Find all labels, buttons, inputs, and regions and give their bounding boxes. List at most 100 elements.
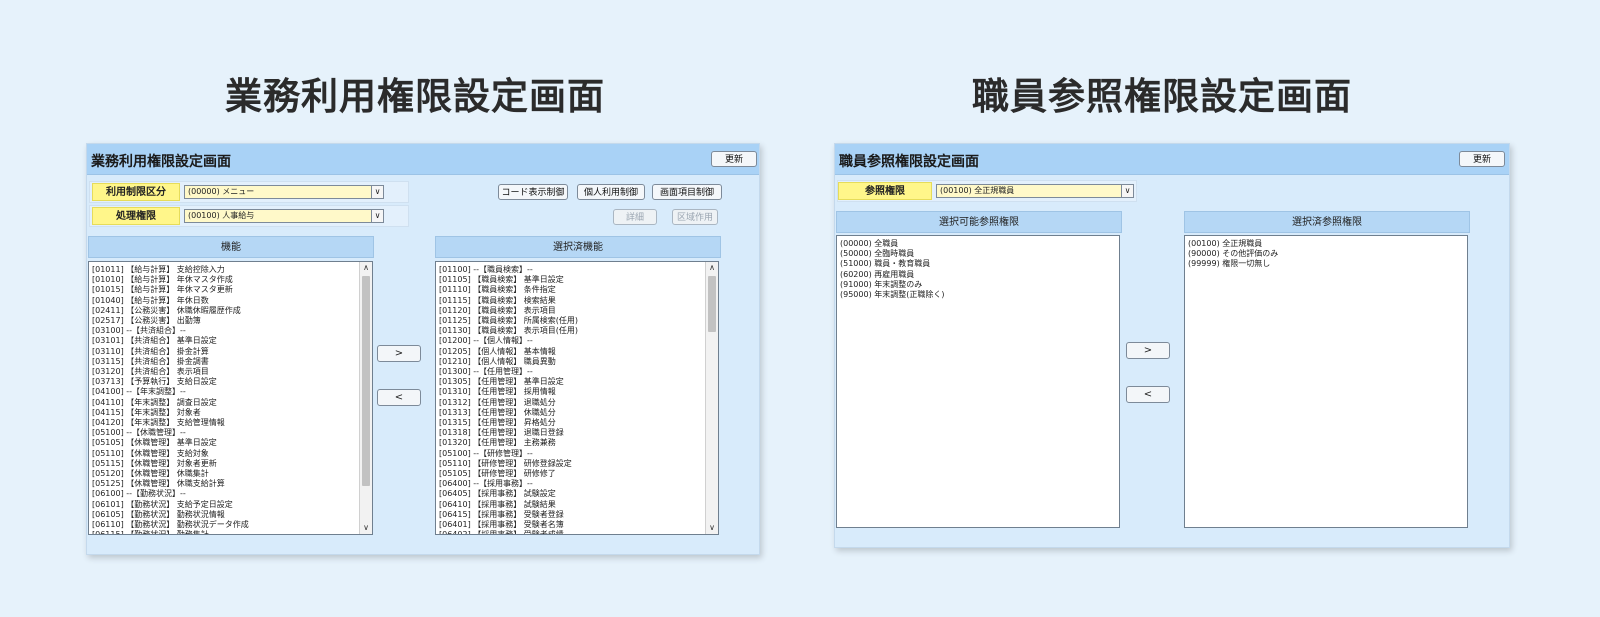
- add-function-button[interactable]: >: [377, 345, 421, 362]
- list-item[interactable]: [01200] --【個人情報】--: [439, 336, 704, 346]
- list-item[interactable]: [01312] 【任用管理】 退職処分: [439, 398, 704, 408]
- staff-reference-permission-window: 職員参照権限設定画面 更新 参照権限 (00100) 全正規職員 ∨ 選択可能参…: [834, 143, 1510, 548]
- list-item[interactable]: [04115] 【年末調整】 対象者: [92, 408, 358, 418]
- list-item[interactable]: [01310] 【任用管理】 採用情報: [439, 387, 704, 397]
- list-item[interactable]: [02517] 【公務災害】 出勤簿: [92, 316, 358, 326]
- list-item[interactable]: [01100] --【職員検索】--: [439, 265, 704, 275]
- list-item[interactable]: (95000) 年末調整(正職除く): [840, 290, 1116, 300]
- list-item[interactable]: [01318] 【任用管理】 退職日登録: [439, 428, 704, 438]
- list-item[interactable]: [01015] 【給与計算】 年休マスタ更新: [92, 285, 358, 295]
- code-display-control-button[interactable]: コード表示制御: [498, 184, 568, 200]
- selected-functions-list[interactable]: [01100] --【職員検索】-- [01105] 【職員検索】 基準日設定 [0…: [435, 261, 719, 535]
- list-item[interactable]: [03120] 【共済組合】 表示項目: [92, 367, 358, 377]
- list-item[interactable]: [01115] 【職員検索】 検索結果: [439, 296, 704, 306]
- available-references-list[interactable]: (00000) 全職員 (50000) 全臨時職員 (51000) 職員・教育職員(…: [836, 235, 1120, 528]
- list-item[interactable]: [06405] 【採用事務】 試験設定: [439, 489, 704, 499]
- list-item[interactable]: [05115] 【休職管理】 対象者更新: [92, 459, 358, 469]
- list-item[interactable]: [06410] 【採用事務】 試験結果: [439, 500, 704, 510]
- list-item[interactable]: [03101] 【共済組合】 基準日設定: [92, 336, 358, 346]
- list-item[interactable]: [05125] 【休職管理】 休職支給計算: [92, 479, 358, 489]
- update-button[interactable]: 更新: [711, 151, 757, 167]
- scrollbar[interactable]: ∧ ∨: [359, 262, 372, 534]
- list-item[interactable]: [01125] 【職員検索】 所属検索(任用): [439, 316, 704, 326]
- list-item[interactable]: [05120] 【休職管理】 休職集計: [92, 469, 358, 479]
- list-item[interactable]: (60200) 再雇用職員: [840, 270, 1116, 280]
- list-item[interactable]: [01313] 【任用管理】 休職処分: [439, 408, 704, 418]
- list-item[interactable]: (99999) 権限一切無し: [1188, 259, 1464, 269]
- selected-references-header: 選択済参照権限: [1184, 211, 1470, 233]
- list-item[interactable]: (90000) その他評価のみ: [1188, 249, 1464, 259]
- list-item[interactable]: [05100] --【休職管理】--: [92, 428, 358, 438]
- list-item[interactable]: [01130] 【職員検索】 表示項目(任用): [439, 326, 704, 336]
- list-item[interactable]: [01300] --【任用管理】--: [439, 367, 704, 377]
- list-item[interactable]: [05110] 【休職管理】 支給対象: [92, 449, 358, 459]
- selected-references-list[interactable]: (00100) 全正規職員 (90000) その他評価のみ (99999) 権限一切…: [1184, 235, 1468, 528]
- remove-reference-button[interactable]: <: [1126, 386, 1170, 403]
- list-item[interactable]: [06105] 【勤務状況】 勤務状況情報: [92, 510, 358, 520]
- list-item[interactable]: [03713] 【予算執行】 支給日設定: [92, 377, 358, 387]
- list-item[interactable]: [01315] 【任用管理】 昇格処分: [439, 418, 704, 428]
- list-item[interactable]: [01305] 【任用管理】 基準日設定: [439, 377, 704, 387]
- list-item[interactable]: [01011] 【給与計算】 支給控除入力: [92, 265, 358, 275]
- scroll-down-icon[interactable]: ∨: [360, 522, 372, 534]
- scroll-up-icon[interactable]: ∧: [360, 262, 372, 274]
- list-item[interactable]: [05110] 【研修管理】 研修登録設定: [439, 459, 704, 469]
- process-authority-select[interactable]: (00100) 人事給与 ∨: [184, 209, 384, 223]
- chevron-down-icon: ∨: [371, 186, 383, 198]
- area-apply-button[interactable]: 区域作用: [672, 209, 718, 225]
- remove-function-button[interactable]: <: [377, 389, 421, 406]
- add-reference-button[interactable]: >: [1126, 342, 1170, 359]
- list-item[interactable]: [04100] --【年末調整】--: [92, 387, 358, 397]
- list-item[interactable]: [01105] 【職員検索】 基準日設定: [439, 275, 704, 285]
- list-item[interactable]: [01205] 【個人情報】 基本情報: [439, 347, 704, 357]
- list-item[interactable]: (00000) 全職員: [840, 239, 1116, 249]
- list-item[interactable]: [05105] 【休職管理】 基準日設定: [92, 438, 358, 448]
- scroll-thumb[interactable]: [708, 276, 716, 332]
- list-item[interactable]: [03115] 【共済組合】 掛金調書: [92, 357, 358, 367]
- list-item[interactable]: [01040] 【給与計算】 年休日数: [92, 296, 358, 306]
- screen-item-control-button[interactable]: 画面項目制御: [652, 184, 722, 200]
- list-item[interactable]: (00100) 全正規職員: [1188, 239, 1464, 249]
- list-item[interactable]: [01120] 【職員検索】 表示項目: [439, 306, 704, 316]
- scroll-down-icon[interactable]: ∨: [706, 522, 718, 534]
- window-titlebar: 業務利用権限設定画面 更新: [87, 144, 759, 175]
- list-item[interactable]: [04110] 【年末調整】 調査日設定: [92, 398, 358, 408]
- list-item[interactable]: [03110] 【共済組合】 掛金計算: [92, 347, 358, 357]
- list-item[interactable]: (91000) 年末調整のみ: [840, 280, 1116, 290]
- scroll-up-icon[interactable]: ∧: [706, 262, 718, 274]
- list-item[interactable]: [02411] 【公務災害】 休職休暇履歴作成: [92, 306, 358, 316]
- list-item[interactable]: [01010] 【給与計算】 年休マスタ作成: [92, 275, 358, 285]
- list-item[interactable]: [01210] 【個人情報】 職員異動: [439, 357, 704, 367]
- left-caption: 業務利用権限設定画面: [225, 75, 605, 118]
- usage-restriction-select[interactable]: (00000) メニュー ∨: [184, 185, 384, 199]
- scroll-thumb[interactable]: [362, 276, 370, 486]
- reference-authority-select[interactable]: (00100) 全正規職員 ∨: [936, 184, 1134, 198]
- chevron-down-icon: ∨: [371, 210, 383, 222]
- list-items: [01100] --【職員検索】-- [01105] 【職員検索】 基準日設定 [0…: [439, 265, 704, 534]
- list-item[interactable]: [03100] --【共済組合】--: [92, 326, 358, 336]
- scrollbar[interactable]: ∧ ∨: [705, 262, 718, 534]
- available-functions-list[interactable]: [01011] 【給与計算】 支給控除入力 [01010] 【給与計算】 年休マス…: [88, 261, 373, 535]
- list-item[interactable]: [06402] 【採用事務】 受験者成績: [439, 530, 704, 534]
- list-item[interactable]: [01110] 【職員検索】 条件指定: [439, 285, 704, 295]
- list-item[interactable]: (51000) 職員・教育職員: [840, 259, 1116, 269]
- available-functions-header: 機能: [88, 236, 374, 258]
- list-item[interactable]: [01320] 【任用管理】 主務兼務: [439, 438, 704, 448]
- select-value: (00100) 人事給与: [188, 211, 255, 220]
- list-item[interactable]: [06400] --【採用事務】--: [439, 479, 704, 489]
- update-button[interactable]: 更新: [1459, 151, 1505, 167]
- usage-restriction-label: 利用制限区分: [92, 183, 180, 201]
- list-item[interactable]: (50000) 全臨時職員: [840, 249, 1116, 259]
- detail-button[interactable]: 詳細: [613, 209, 657, 225]
- list-item[interactable]: [06110] 【勤務状況】 勤務状況データ作成: [92, 520, 358, 530]
- personal-use-control-button[interactable]: 個人利用制御: [577, 184, 645, 200]
- list-item[interactable]: [06401] 【採用事務】 受験者名簿: [439, 520, 704, 530]
- list-item[interactable]: [06101] 【勤務状況】 支給予定日設定: [92, 500, 358, 510]
- list-item[interactable]: [05105] 【研修管理】 研修修了: [439, 469, 704, 479]
- list-item[interactable]: [06100] --【勤務状況】--: [92, 489, 358, 499]
- list-item[interactable]: [06115] 【勤務状況】 勤務集計: [92, 530, 358, 534]
- list-item[interactable]: [05100] --【研修管理】--: [439, 449, 704, 459]
- list-item[interactable]: [04120] 【年末調整】 支給管理情報: [92, 418, 358, 428]
- window-titlebar: 職員参照権限設定画面 更新: [835, 144, 1509, 175]
- list-item[interactable]: [06415] 【採用事務】 受験者登録: [439, 510, 704, 520]
